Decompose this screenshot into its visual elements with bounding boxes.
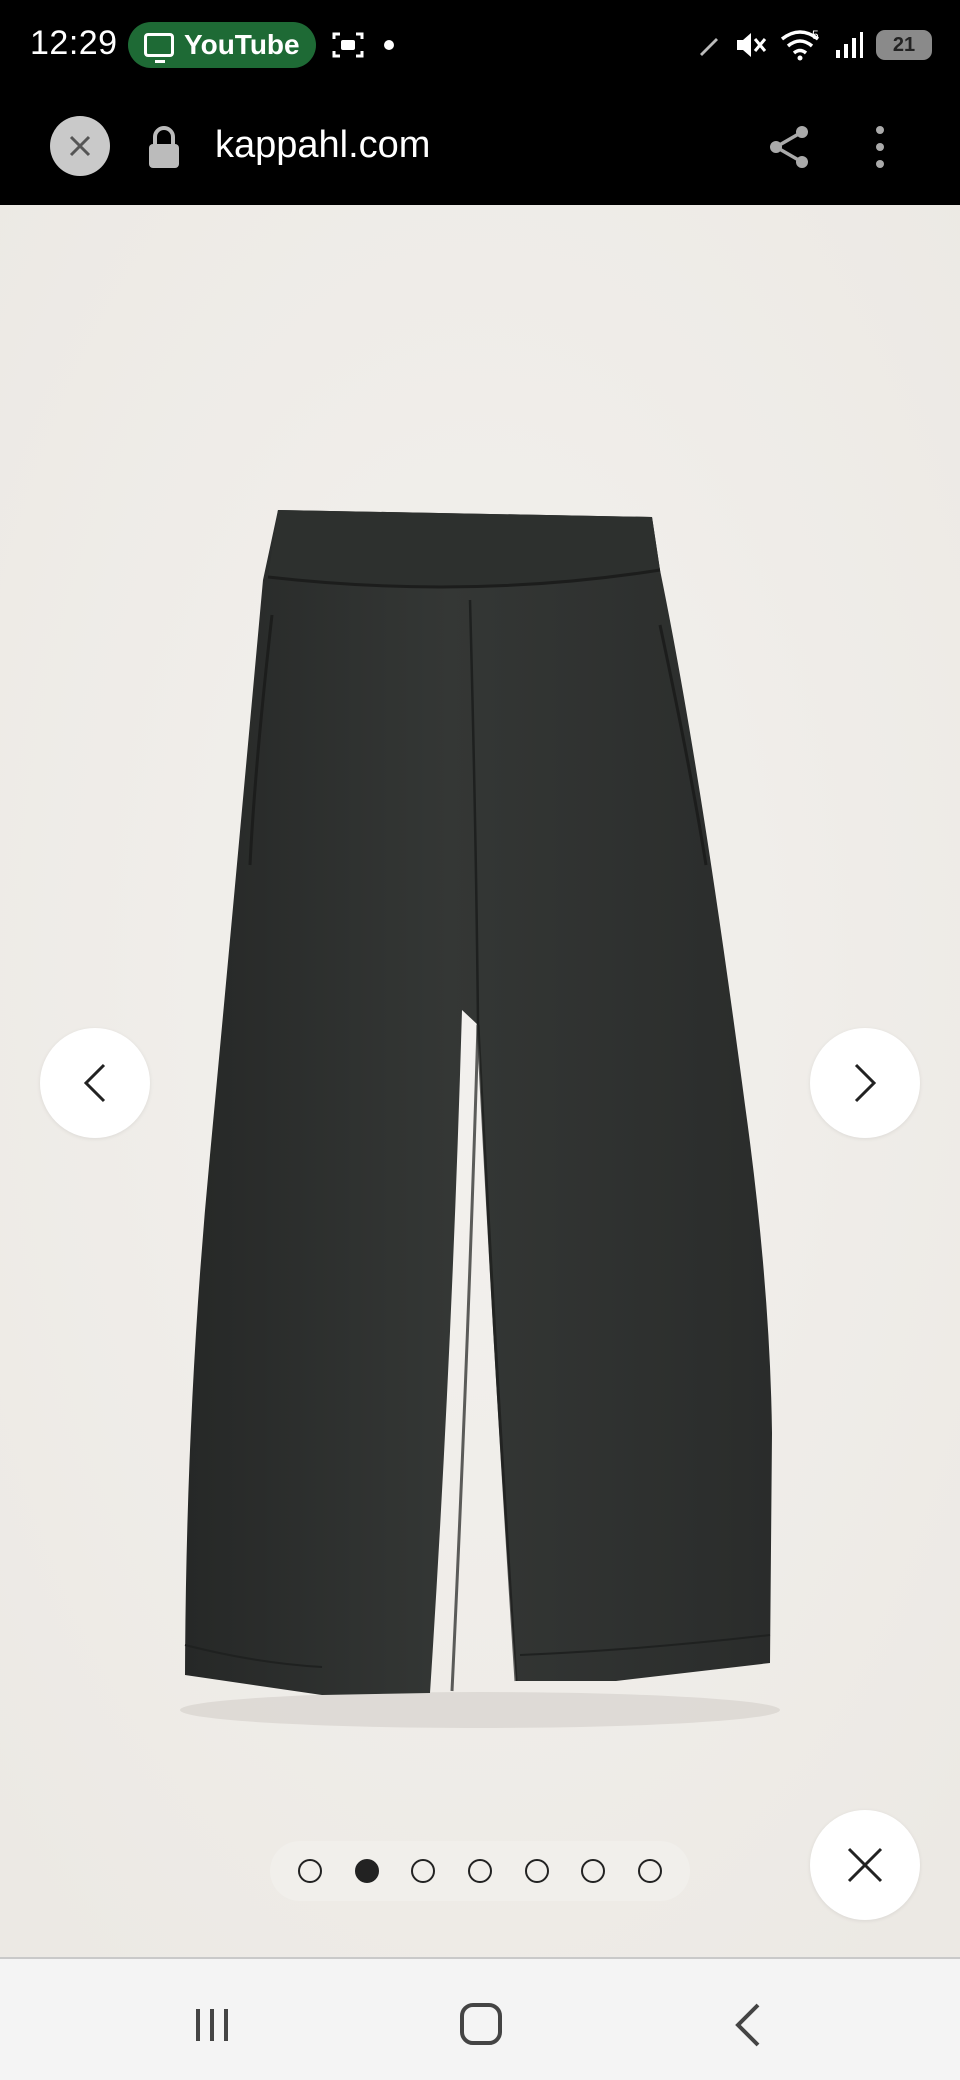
image-pagination [270,1841,690,1901]
pagination-dot[interactable] [637,1859,662,1883]
pagination-dot[interactable] [581,1859,606,1883]
status-icons: 5 21 [696,22,932,68]
mute-icon [737,33,767,57]
status-time: 12:29 [30,24,118,62]
chevron-right-icon [854,1063,877,1103]
previous-image-button[interactable] [40,1028,150,1138]
signal-icon [836,32,863,58]
back-icon[interactable] [732,2001,762,2049]
svg-text:5: 5 [812,29,819,42]
pagination-dot-active[interactable] [354,1859,379,1883]
notification-dot-icon [384,40,394,50]
close-icon [847,1847,883,1883]
status-bar: 12:29 YouTube 5 21 [0,0,960,90]
pen-icon [700,38,718,56]
battery-icon: 21 [876,30,932,60]
wifi-icon: 5 [780,29,820,61]
url-text[interactable]: kappahl.com [215,124,430,167]
more-vert-icon[interactable] [865,124,895,170]
recent-apps-icon[interactable] [192,2007,232,2043]
pagination-dot[interactable] [467,1859,492,1883]
image-viewer[interactable] [0,205,960,1957]
pagination-dot[interactable] [524,1859,549,1883]
browser-toolbar: kappahl.com [0,90,960,205]
share-icon[interactable] [766,124,812,170]
youtube-pill[interactable]: YouTube [128,22,316,68]
close-tab-button[interactable] [50,116,110,176]
chevron-left-icon [83,1063,106,1103]
close-icon [69,135,91,157]
screenshot-icon [332,32,364,58]
tv-icon [144,33,174,63]
next-image-button[interactable] [810,1028,920,1138]
home-icon[interactable] [460,2003,502,2045]
pagination-dot[interactable] [411,1859,436,1883]
system-navigation-bar [0,1957,960,2080]
pagination-dot[interactable] [298,1859,322,1883]
close-viewer-button[interactable] [810,1810,920,1920]
lock-icon[interactable] [146,124,182,170]
youtube-pill-label: YouTube [184,29,300,60]
